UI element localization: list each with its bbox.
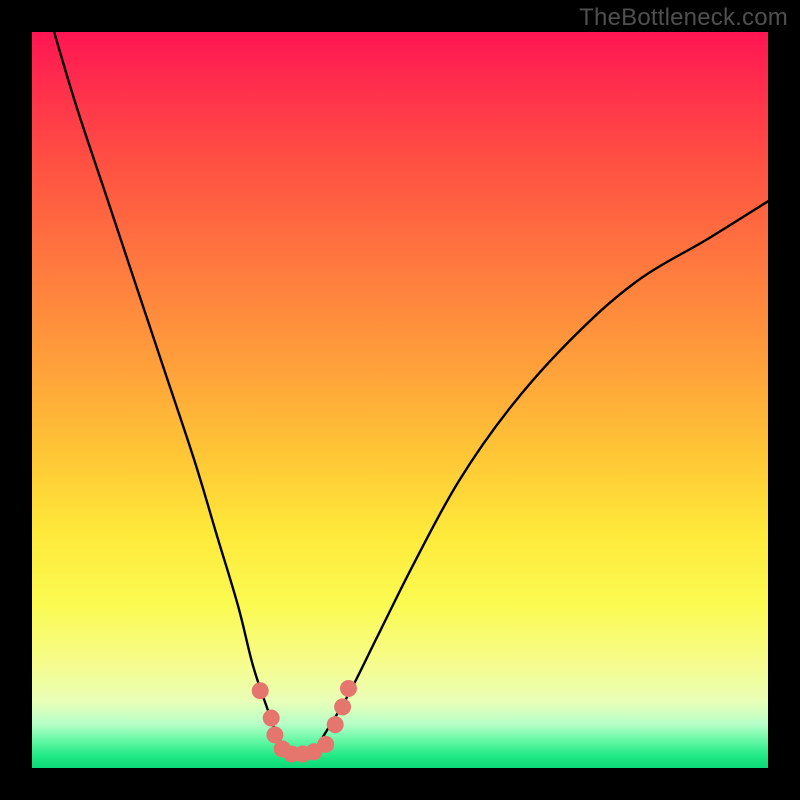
highlight-dot	[327, 716, 344, 733]
chart-frame: TheBottleneck.com	[0, 0, 800, 800]
highlight-dot	[334, 698, 351, 715]
highlight-dot	[252, 682, 269, 699]
bottleneck-curve-path	[54, 32, 768, 757]
highlight-dot	[317, 736, 334, 753]
watermark-text: TheBottleneck.com	[579, 4, 788, 32]
highlight-dot	[340, 680, 357, 697]
highlight-markers	[252, 680, 357, 763]
curve-layer	[32, 32, 768, 768]
plot-area	[32, 32, 768, 768]
highlight-dot	[263, 710, 280, 727]
